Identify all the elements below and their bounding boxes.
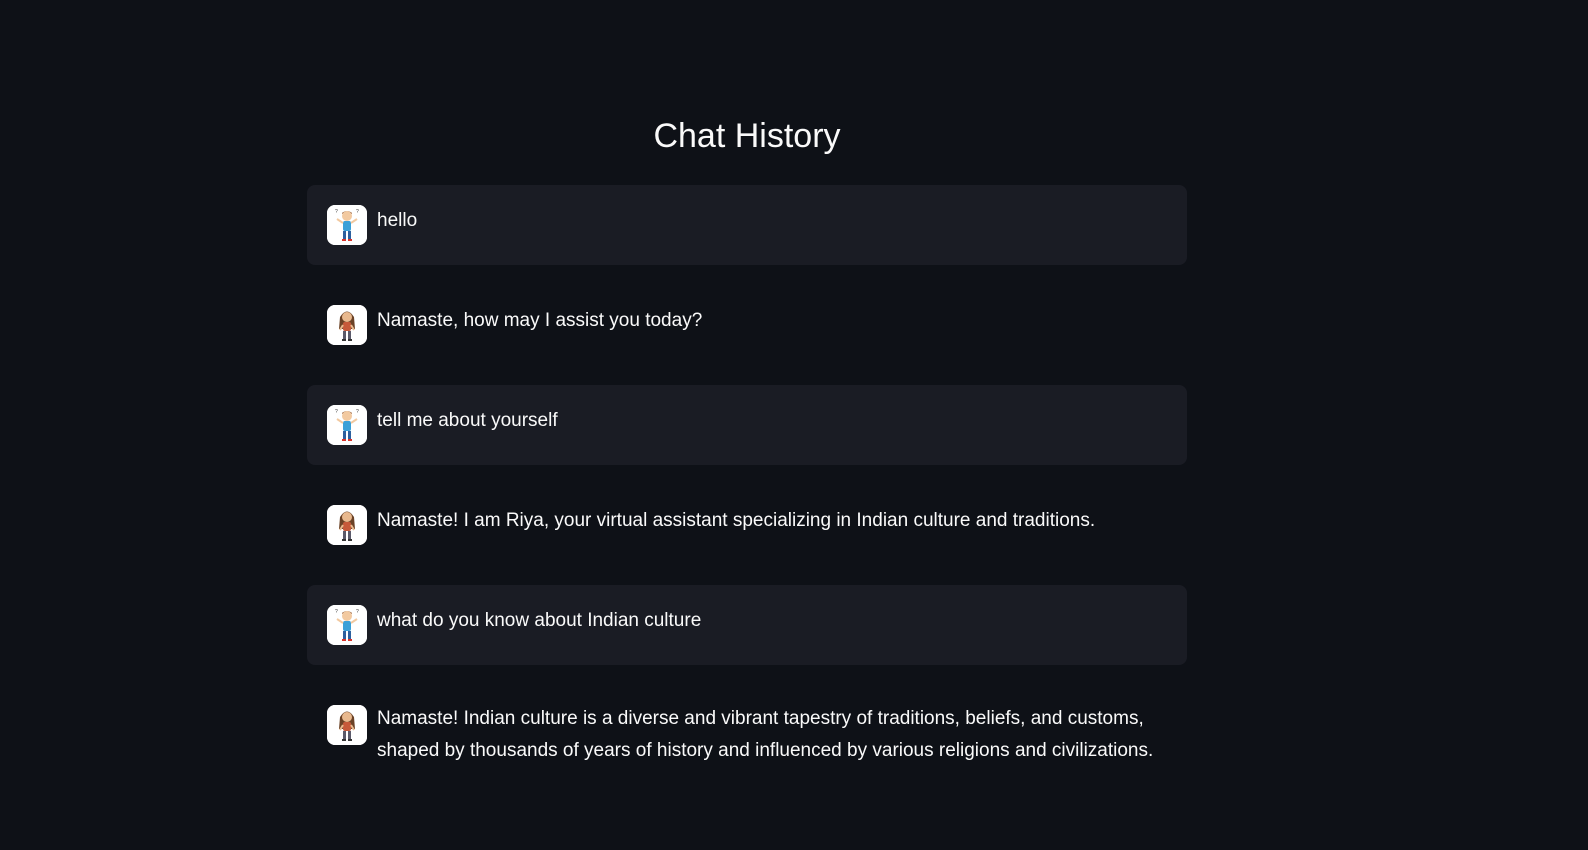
- user-avatar-icon: ? ?: [327, 205, 367, 245]
- message-text: what do you know about Indian culture: [377, 610, 702, 631]
- chat-message-assistant: Namaste, how may I assist you today?: [307, 285, 1187, 365]
- chat-message-user: ? ? what do you know about Indian cultur…: [307, 585, 1187, 665]
- assistant-avatar-icon: [327, 705, 367, 745]
- svg-text:?: ?: [335, 209, 338, 215]
- svg-text:?: ?: [356, 209, 359, 215]
- chat-message-assistant: Namaste! Indian culture is a diverse and…: [307, 685, 1187, 787]
- assistant-avatar-icon: [327, 505, 367, 545]
- user-avatar-icon: ? ?: [327, 405, 367, 445]
- chat-message-user: ? ? tell me about yourself: [307, 385, 1187, 465]
- assistant-avatar-icon: [327, 305, 367, 345]
- message-text: Namaste! Indian culture is a diverse and…: [377, 708, 1154, 761]
- svg-text:?: ?: [356, 409, 359, 415]
- message-text: hello: [377, 210, 418, 231]
- page-title: Chat History: [653, 117, 841, 155]
- svg-text:?: ?: [335, 609, 338, 615]
- svg-text:?: ?: [335, 409, 338, 415]
- app-page: Chat History ? ? hello Namaste, how may …: [0, 0, 1588, 850]
- chat-message-assistant: Namaste! I am Riya, your virtual assista…: [307, 485, 1187, 565]
- chat-message-user: ? ? hello: [307, 185, 1187, 265]
- svg-text:?: ?: [356, 609, 359, 615]
- chat-history: ? ? hello Namaste, how may I assist you …: [307, 185, 1187, 807]
- message-text: Namaste, how may I assist you today?: [377, 310, 703, 331]
- user-avatar-icon: ? ?: [327, 605, 367, 645]
- message-text: tell me about yourself: [377, 410, 558, 431]
- message-text: Namaste! I am Riya, your virtual assista…: [377, 510, 1096, 531]
